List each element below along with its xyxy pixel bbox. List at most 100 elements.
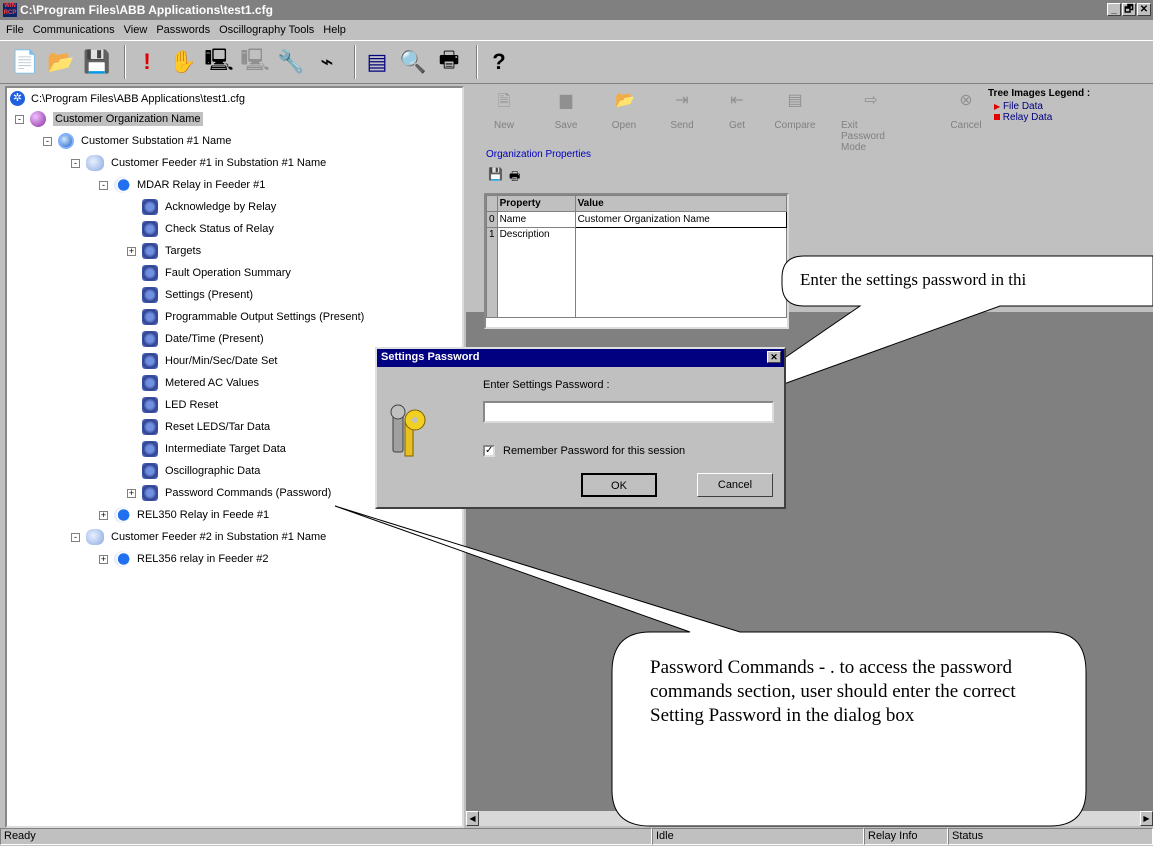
action-label: Send <box>670 120 694 131</box>
settings-password-input[interactable] <box>483 401 774 423</box>
tree-node-label: Customer Feeder #2 in Substation #1 Name <box>111 531 327 543</box>
app-icon: WIN RCP <box>3 3 17 17</box>
item-node-icon <box>142 265 158 281</box>
column-header-property[interactable]: Property <box>496 195 576 212</box>
hand-icon[interactable]: ✋ <box>168 45 198 79</box>
scroll-right-icon[interactable]: ▶ <box>1140 811 1153 826</box>
dialog-close-button[interactable]: ✕ <box>767 351 781 363</box>
tree-node[interactable]: Date/Time (Present) <box>127 330 264 348</box>
maximize-button[interactable]: 🗗 <box>1122 3 1136 16</box>
tree-node-label: Settings (Present) <box>165 289 254 301</box>
computer-icon[interactable]: 🖳 <box>204 45 234 79</box>
collapse-icon[interactable]: - <box>43 136 52 146</box>
status-bar: Ready Idle Relay Info Status <box>0 828 1153 846</box>
tree-root[interactable]: ✲ C:\Program Files\ABB Applications\test… <box>10 91 245 106</box>
action-compare[interactable]: ▤ Compare <box>765 90 825 131</box>
tree-node[interactable]: LED Reset <box>127 396 218 414</box>
tree-node[interactable]: Metered AC Values <box>127 374 259 392</box>
tree-node[interactable]: - Customer Organization Name <box>15 110 203 128</box>
tree-node[interactable]: Programmable Output Settings (Present) <box>127 308 364 326</box>
title-bar: WIN RCP C:\Program Files\ABB Application… <box>0 0 1153 20</box>
save-disk-icon[interactable]: 💾 <box>488 167 503 188</box>
scroll-left-icon[interactable]: ◀ <box>466 811 479 826</box>
menu-passwords[interactable]: Passwords <box>156 24 210 36</box>
tree-node[interactable]: Acknowledge by Relay <box>127 198 276 216</box>
tree-node[interactable]: Settings (Present) <box>127 286 253 304</box>
action-send[interactable]: ⇥ Send <box>652 90 712 131</box>
tree-node[interactable]: Reset LEDS/Tar Data <box>127 418 270 436</box>
horizontal-scrollbar[interactable]: ◀ ▶ <box>466 811 1153 826</box>
organization-properties-link[interactable]: Organization Properties <box>486 149 591 160</box>
tree-node[interactable]: Oscillographic Data <box>127 462 260 480</box>
tree-node-label: Oscillographic Data <box>165 465 261 477</box>
minimize-button[interactable]: _ <box>1107 3 1121 16</box>
tree-node-label: Targets <box>165 245 202 257</box>
exit-password-icon: ⇨ <box>864 92 878 109</box>
collapse-icon[interactable]: - <box>71 158 80 168</box>
tree-node-label: REL350 Relay in Feede #1 <box>137 509 270 521</box>
help-icon[interactable]: ? <box>484 45 514 79</box>
remember-password-checkbox[interactable]: ✓ Remember Password for this session <box>483 445 685 457</box>
wrench-icon[interactable]: 🔧 <box>276 45 306 79</box>
form-icon[interactable]: ▤ <box>362 45 392 79</box>
action-new[interactable]: 🗎 New <box>474 90 534 131</box>
collapse-icon[interactable]: - <box>15 114 24 124</box>
action-get[interactable]: ⇤ Get <box>707 90 767 131</box>
menu-view[interactable]: View <box>124 24 148 36</box>
action-save[interactable]: ▆ Save <box>536 90 596 131</box>
printer-icon[interactable]: 🖶 <box>509 167 520 188</box>
computer-disabled-icon[interactable]: 🖳 <box>240 45 270 79</box>
expand-icon[interactable]: + <box>99 554 108 564</box>
tree-node-label: LED Reset <box>165 399 219 411</box>
expand-icon[interactable]: + <box>99 510 108 520</box>
zoom-icon[interactable]: 🔍 <box>398 45 428 79</box>
action-exit-password-mode[interactable]: ⇨ Exit Password Mode <box>841 90 901 153</box>
tree-node[interactable]: Hour/Min/Sec/Date Set <box>127 352 278 370</box>
tree-node[interactable]: - Customer Feeder #2 in Substation #1 Nam… <box>71 528 326 546</box>
menu-communications[interactable]: Communications <box>33 24 115 36</box>
value-cell[interactable] <box>574 227 788 318</box>
relay-node-icon <box>114 551 130 567</box>
item-node-icon <box>142 221 158 237</box>
expand-icon[interactable]: + <box>127 488 136 498</box>
new-file-icon[interactable]: 📄 <box>10 45 40 79</box>
tree-node[interactable]: + REL356 relay in Feeder #2 <box>99 550 268 568</box>
save-disk-icon[interactable]: 💾 <box>82 45 112 79</box>
cable-icon[interactable]: ⌁ <box>312 45 342 79</box>
tree-node[interactable]: + REL350 Relay in Feede #1 <box>99 506 269 524</box>
collapse-icon[interactable]: - <box>99 180 108 190</box>
menu-oscillography-tools[interactable]: Oscillography Tools <box>219 24 314 36</box>
menu-file[interactable]: File <box>6 24 24 36</box>
toolbar-separator <box>476 45 478 79</box>
tree-node[interactable]: + Targets <box>127 242 201 260</box>
tree-node[interactable]: Check Status of Relay <box>127 220 274 238</box>
collapse-icon[interactable]: - <box>71 532 80 542</box>
tree-node[interactable]: - Customer Substation #1 Name <box>43 132 231 150</box>
cancel-button[interactable]: Cancel <box>697 473 773 497</box>
tree-node[interactable]: - Customer Feeder #1 in Substation #1 Nam… <box>71 154 326 172</box>
value-cell[interactable]: Customer Organization Name <box>574 211 788 228</box>
tree-node-label: Metered AC Values <box>165 377 259 389</box>
row-index: 1 <box>486 227 498 318</box>
tree-node[interactable]: + Password Commands (Password) <box>127 484 331 502</box>
close-button[interactable]: ✕ <box>1137 3 1151 16</box>
mini-toolbar: 💾 🖶 <box>488 167 520 188</box>
action-open[interactable]: 📂 Open <box>594 90 654 131</box>
tree-node[interactable]: - MDAR Relay in Feeder #1 <box>99 176 265 194</box>
ok-button[interactable]: OK <box>581 473 657 497</box>
exclamation-icon[interactable]: ! <box>132 45 162 79</box>
legend-item-relay-data: Relay Data <box>988 112 1090 123</box>
action-cancel[interactable]: ⊗ Cancel <box>936 90 996 131</box>
column-header-value[interactable]: Value <box>574 195 788 212</box>
row-index: 0 <box>486 211 498 228</box>
tree-node[interactable]: Fault Operation Summary <box>127 264 291 282</box>
tree-node[interactable]: Intermediate Target Data <box>127 440 286 458</box>
open-folder-icon[interactable]: 📂 <box>46 45 76 79</box>
expand-icon[interactable]: + <box>127 246 136 256</box>
property-cell: Description <box>496 227 576 318</box>
item-node-icon <box>142 375 158 391</box>
feeder-node-icon <box>86 529 104 545</box>
printer-icon[interactable]: 🖶 <box>434 45 464 79</box>
menu-help[interactable]: Help <box>323 24 346 36</box>
checkbox-check-icon[interactable]: ✓ <box>483 445 495 457</box>
